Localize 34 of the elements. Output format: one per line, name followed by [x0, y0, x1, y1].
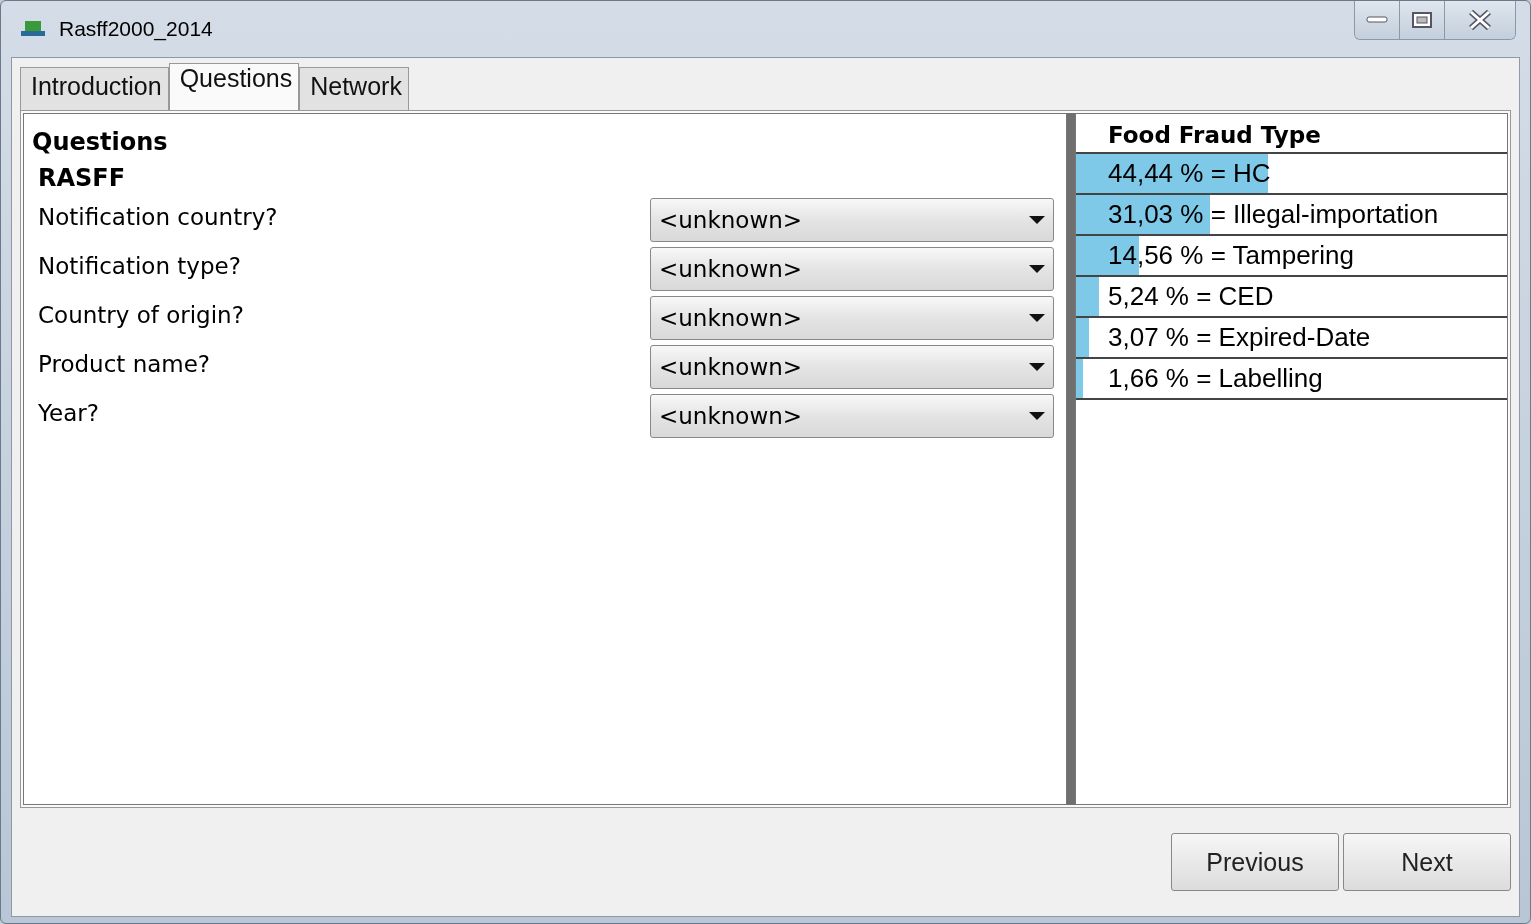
result-text: 14,56 % = Tampering	[1107, 240, 1354, 271]
result-text: 31,03 % = Illegal-importation	[1107, 199, 1439, 230]
minimize-icon	[1366, 16, 1388, 24]
question-label: Product name?	[38, 351, 211, 377]
next-button[interactable]: Next	[1343, 833, 1511, 891]
close-icon	[1468, 9, 1492, 31]
tab[interactable]: Network	[299, 67, 409, 110]
question-label: Notification country?	[38, 204, 278, 230]
dropdown[interactable]: <unknown>	[650, 296, 1054, 340]
tab[interactable]: Introduction	[20, 67, 169, 110]
previous-button[interactable]: Previous	[1171, 833, 1339, 891]
caret-icon	[1029, 313, 1045, 323]
dropdown[interactable]: <unknown>	[650, 247, 1054, 291]
maximize-button[interactable]	[1400, 1, 1445, 39]
question-label: Country of origin?	[38, 302, 244, 328]
window-title: Rasff2000_2014	[59, 17, 213, 41]
caret-icon	[1029, 362, 1045, 372]
result-text: 3,07 % = Expired-Date	[1107, 322, 1371, 353]
splitter-handle[interactable]	[1067, 113, 1075, 805]
question-label: Notification type?	[38, 253, 241, 279]
section-heading: RASFF	[38, 164, 127, 192]
close-button[interactable]	[1445, 1, 1515, 39]
caret-icon	[1029, 264, 1045, 274]
result-text: 1,66 % = Labelling	[1107, 363, 1323, 394]
dropdown[interactable]: <unknown>	[650, 345, 1054, 389]
dropdown[interactable]: <unknown>	[650, 198, 1054, 242]
caret-icon	[1029, 215, 1045, 225]
panel-heading: Questions	[32, 128, 169, 156]
tab[interactable]: Questions	[168, 63, 300, 110]
maximize-icon	[1411, 11, 1433, 29]
question-label: Year?	[38, 400, 99, 426]
result-text: 5,24 % = CED	[1107, 281, 1274, 312]
dropdown[interactable]: <unknown>	[650, 394, 1054, 438]
caret-icon	[1029, 411, 1045, 421]
